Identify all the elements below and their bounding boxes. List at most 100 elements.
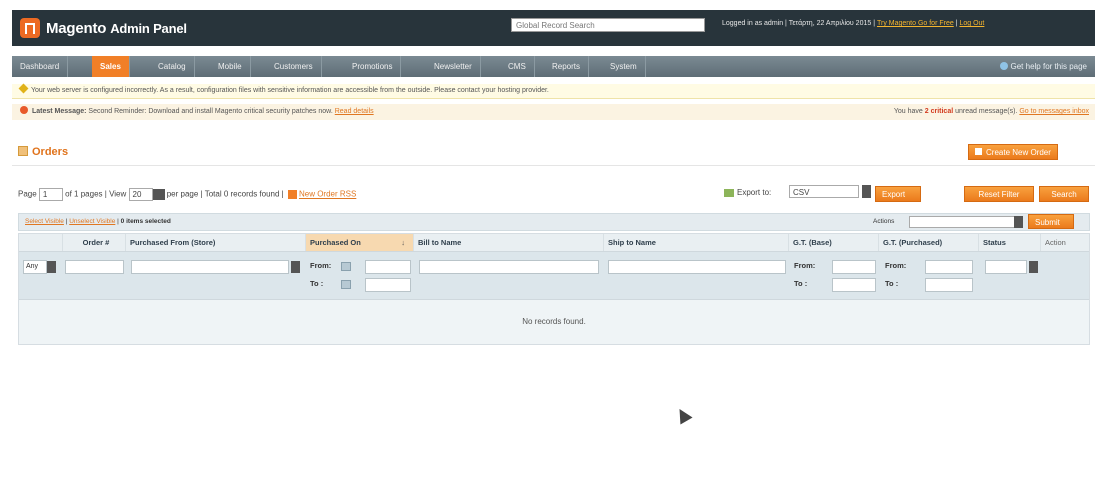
rss-icon xyxy=(287,190,297,199)
nav-item-dashboard[interactable]: Dashboard xyxy=(12,56,69,77)
calendar-icon[interactable] xyxy=(341,280,351,289)
nav-item-catalog[interactable]: Catalog xyxy=(150,56,195,77)
page-title-text: Orders xyxy=(32,146,69,158)
column-bill-to-name[interactable]: Bill to Name xyxy=(414,234,604,251)
gt-purchased-from-label: From: xyxy=(885,261,907,270)
warning-icon xyxy=(18,83,29,94)
critical-prefix: You have xyxy=(893,108,923,115)
column-order-number[interactable]: Order # xyxy=(63,234,126,251)
nav-item-reports[interactable]: Reports xyxy=(544,56,590,77)
actions-select[interactable] xyxy=(909,216,1019,228)
reset-filter-button[interactable]: Reset Filter xyxy=(964,186,1034,202)
latest-message-text: Second Reminder: Download and install Ma… xyxy=(88,108,333,115)
orders-icon xyxy=(18,146,28,156)
column-purchased-on-label: Purchased On xyxy=(310,238,361,247)
per-page-select[interactable]: 20 xyxy=(128,188,153,201)
gt-purchased-from-input[interactable] xyxy=(925,260,973,274)
magento-logo-icon xyxy=(20,18,40,38)
gt-purchased-to-input[interactable] xyxy=(925,278,973,292)
read-details-link[interactable]: Read details xyxy=(335,108,374,115)
nav-item-customers[interactable]: Customers xyxy=(266,56,322,77)
purchased-on-to-label: To : xyxy=(310,279,324,288)
of-pages-text: of 1 pages xyxy=(65,189,103,199)
title-divider xyxy=(12,165,1095,166)
page-title: Orders xyxy=(18,146,68,158)
chevron-down-icon[interactable] xyxy=(47,261,56,273)
export-section: Export to: CSV xyxy=(724,185,871,198)
create-new-order-button[interactable]: Create New Order xyxy=(968,144,1058,160)
select-visible-link[interactable]: Select Visible xyxy=(25,218,64,225)
admin-header: Magento Admin Panel Global Record Search… xyxy=(12,10,1095,46)
user-info-text: Logged in as admin | Τετάρτη, 22 Απριλίο… xyxy=(722,20,876,27)
empty-grid-message: No records found. xyxy=(19,300,1089,344)
nav-item-sales[interactable]: Sales xyxy=(92,56,130,77)
export-button[interactable]: Export xyxy=(875,186,921,202)
store-filter-select[interactable] xyxy=(131,260,289,274)
column-gt-base[interactable]: G.T. (Base) xyxy=(789,234,879,251)
page-number-input[interactable]: 1 xyxy=(38,188,63,201)
critical-suffix: unread message(s). xyxy=(955,108,1018,115)
purchased-on-to-input[interactable] xyxy=(365,278,411,292)
gt-purchased-to-label: To : xyxy=(885,279,899,288)
column-purchased-on[interactable]: Purchased On ↓ xyxy=(306,234,414,251)
chevron-down-icon[interactable] xyxy=(291,261,300,273)
chevron-down-icon[interactable] xyxy=(862,185,871,198)
ship-to-name-filter[interactable] xyxy=(608,260,786,274)
config-warning-notice: Your web server is configured incorrectl… xyxy=(12,83,1095,99)
try-magento-go-link[interactable]: Try Magento Go for Free xyxy=(877,20,954,27)
grid-header: Order # Purchased From (Store) Purchased… xyxy=(19,234,1089,252)
gt-base-from-label: From: xyxy=(794,261,816,270)
nav-item-newsletter[interactable]: Newsletter xyxy=(426,56,481,77)
column-ship-to-name[interactable]: Ship to Name xyxy=(604,234,789,251)
logo-main-text: Magento xyxy=(46,20,107,37)
global-search-input[interactable]: Global Record Search xyxy=(511,18,705,32)
logout-link[interactable]: Log Out xyxy=(959,20,984,27)
column-select xyxy=(19,234,63,251)
search-button[interactable]: Search xyxy=(1039,186,1089,202)
column-action: Action xyxy=(1045,238,1066,247)
messages-inbox-link[interactable]: Go to messages inbox xyxy=(1019,108,1089,115)
calendar-icon[interactable] xyxy=(341,262,351,271)
status-filter-select[interactable] xyxy=(985,260,1027,274)
rss-link[interactable]: New Order RSS xyxy=(299,190,356,199)
total-records-text: Total 0 records found xyxy=(204,189,280,199)
submit-button[interactable]: Submit xyxy=(1028,214,1074,229)
sort-arrow-icon: ↓ xyxy=(401,238,405,247)
add-icon xyxy=(975,148,982,155)
bill-to-name-filter[interactable] xyxy=(419,260,599,274)
help-link[interactable]: Get help for this page xyxy=(999,56,1088,77)
gt-base-from-input[interactable] xyxy=(832,260,876,274)
export-format-select[interactable]: CSV xyxy=(789,185,859,198)
latest-message-notice: Latest Message: Second Reminder: Downloa… xyxy=(12,104,1095,120)
grid-filter-row: Any From: To : From: To : From: To : xyxy=(19,252,1089,300)
actions-label: Actions xyxy=(873,218,895,225)
column-gt-purchased[interactable]: G.T. (Purchased) xyxy=(879,234,979,251)
nav-item-system[interactable]: System xyxy=(602,56,646,77)
chevron-down-icon[interactable] xyxy=(152,189,165,200)
massaction-bar: Select Visible | Unselect Visible | 0 it… xyxy=(18,213,1090,231)
chevron-down-icon[interactable] xyxy=(1029,261,1038,273)
column-status[interactable]: Status xyxy=(979,234,1041,251)
critical-messages: You have 2 critical unread message(s). G… xyxy=(894,104,1089,120)
pager: Page 1 of 1 pages | View 20 per page | T… xyxy=(18,188,357,201)
create-new-order-label: Create New Order xyxy=(986,148,1051,157)
logo-sub-text: Admin Panel xyxy=(110,21,187,36)
gt-base-to-input[interactable] xyxy=(832,278,876,292)
help-label: Get help for this page xyxy=(1010,62,1088,71)
chevron-down-icon[interactable] xyxy=(1014,216,1023,228)
unselect-visible-link[interactable]: Unselect Visible xyxy=(69,218,115,225)
nav-item-mobile[interactable]: Mobile xyxy=(210,56,251,77)
user-info: Logged in as admin | Τετάρτη, 22 Απριλίο… xyxy=(722,20,985,27)
latest-message-label: Latest Message: xyxy=(32,108,87,115)
gt-base-to-label: To : xyxy=(794,279,808,288)
logo[interactable]: Magento Admin Panel xyxy=(46,20,187,37)
mouse-cursor-icon xyxy=(673,405,693,425)
order-number-filter[interactable] xyxy=(65,260,124,274)
massaction-any-select[interactable]: Any xyxy=(23,260,47,274)
column-purchased-from[interactable]: Purchased From (Store) xyxy=(126,234,306,251)
nav-item-cms[interactable]: CMS xyxy=(500,56,535,77)
purchased-on-from-input[interactable] xyxy=(365,260,411,274)
nav-item-promotions[interactable]: Promotions xyxy=(344,56,402,77)
page-label: Page xyxy=(18,189,37,199)
alert-icon xyxy=(20,106,28,114)
